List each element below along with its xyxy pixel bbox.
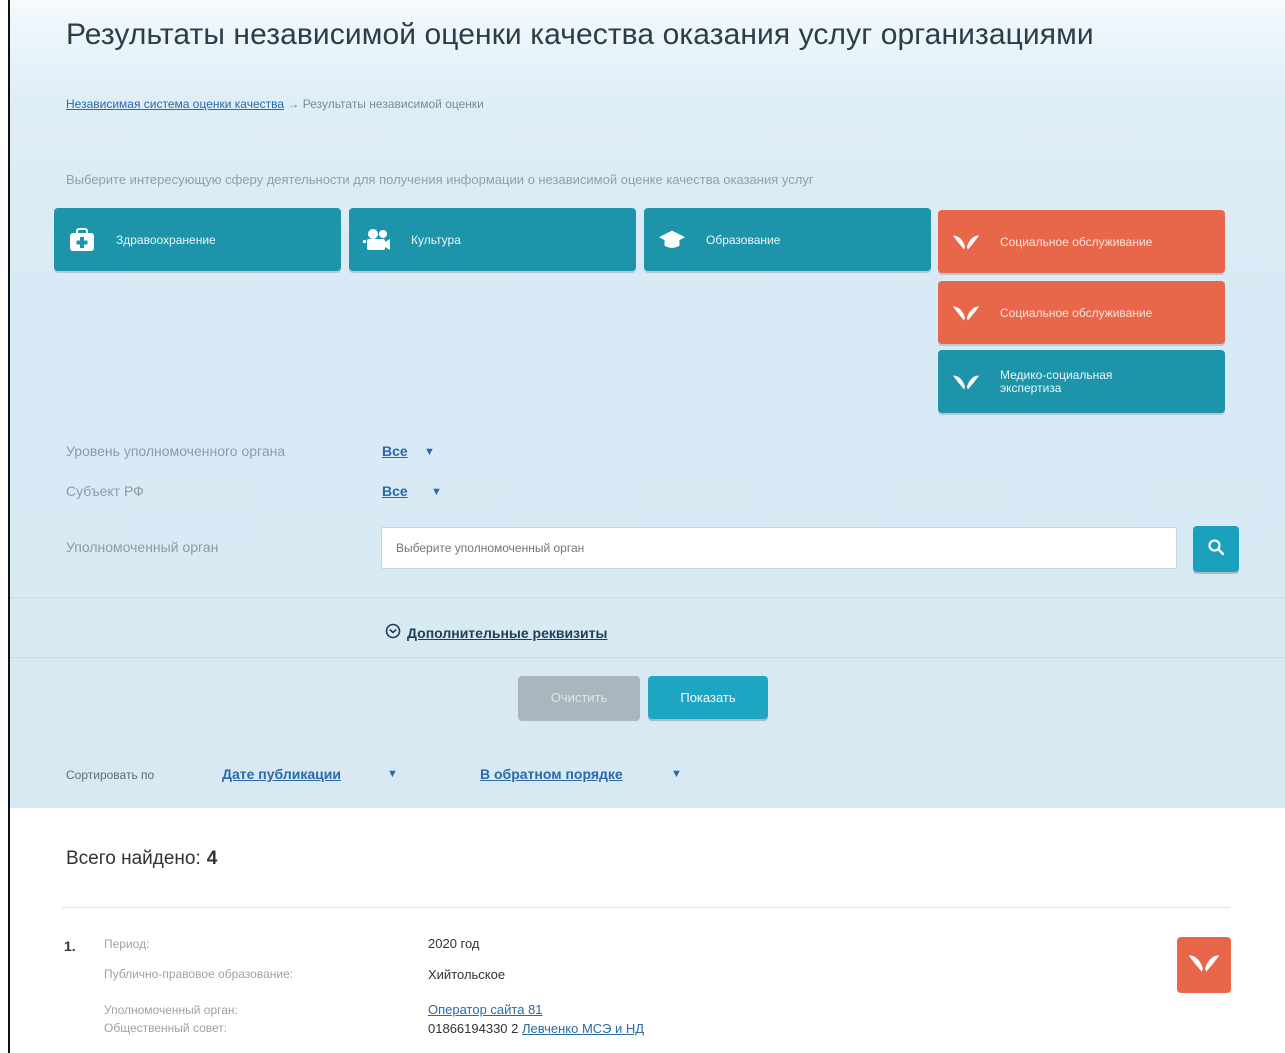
level-select[interactable]: Все xyxy=(382,443,408,459)
results-count-label: Всего найдено: xyxy=(66,848,201,869)
sort-label: Сортировать по xyxy=(66,768,155,782)
council-value: 01866194330 2 Левченко МСЭ и НД xyxy=(428,1021,644,1036)
extra-details-toggle[interactable]: Дополнительные реквизиты xyxy=(385,623,607,642)
category-social-service-2[interactable]: Социальное обслуживание xyxy=(938,281,1225,344)
clear-button[interactable]: Очистить xyxy=(518,676,640,719)
category-education[interactable]: Образование xyxy=(644,208,931,271)
council-label: Общественный совет: xyxy=(104,1021,228,1035)
search-button[interactable] xyxy=(1193,526,1239,572)
wings-icon xyxy=(952,368,980,396)
category-social-service-1[interactable]: Социальное обслуживание xyxy=(938,210,1225,273)
category-medical-expertise[interactable]: Медико-социальная экспертиза xyxy=(938,350,1225,413)
entity-label: Публично-правовое образование: xyxy=(104,967,294,981)
category-hint: Выберите интересующую сферу деятельности… xyxy=(66,172,814,187)
category-label: Образование xyxy=(706,232,781,247)
wings-icon xyxy=(1187,952,1221,979)
sort-field-select[interactable]: Дате публикации xyxy=(222,766,341,782)
breadcrumb: Независимая система оценки качества → Ре… xyxy=(66,97,484,111)
chevron-circle-icon xyxy=(385,623,401,642)
org-search-input[interactable] xyxy=(381,527,1177,569)
org-link[interactable]: Оператор сайта 81 xyxy=(428,1002,543,1017)
camera-icon xyxy=(363,226,391,254)
medkit-icon xyxy=(68,226,96,254)
category-label: Здравоохранение xyxy=(116,232,216,247)
divider xyxy=(62,907,1230,908)
entity-value: Хийтольское xyxy=(428,967,506,982)
region-select[interactable]: Все xyxy=(382,483,408,499)
chevron-down-icon[interactable]: ▼ xyxy=(424,446,435,458)
wings-icon xyxy=(952,299,980,327)
org-value: Оператор сайта 81 xyxy=(428,1002,543,1017)
category-healthcare[interactable]: Здравоохранение xyxy=(54,208,341,271)
search-icon xyxy=(1207,538,1225,561)
category-label: Культура xyxy=(411,232,461,247)
council-link[interactable]: Левченко МСЭ и НД xyxy=(522,1021,644,1036)
category-culture[interactable]: Культура xyxy=(349,208,636,271)
category-label: Медико-социальная экспертиза xyxy=(1000,367,1113,395)
divider xyxy=(10,657,1285,658)
org-label: Уполномоченный орган: xyxy=(104,1003,238,1017)
extra-details-label: Дополнительные реквизиты xyxy=(407,624,608,641)
breadcrumb-separator: → xyxy=(287,97,300,111)
result-category-badge[interactable] xyxy=(1177,937,1231,993)
page-title: Результаты независимой оценки качества о… xyxy=(66,18,1094,51)
council-code: 01866194330 2 xyxy=(428,1021,519,1036)
period-label: Период: xyxy=(104,937,150,951)
period-value: 2020 год xyxy=(428,936,480,951)
chevron-down-icon[interactable]: ▼ xyxy=(671,768,682,780)
chevron-down-icon[interactable]: ▼ xyxy=(387,768,398,780)
wings-icon xyxy=(952,228,980,256)
category-label: Социальное обслуживание xyxy=(1000,305,1153,320)
region-label: Субъект РФ xyxy=(66,483,144,499)
category-label: Социальное обслуживание xyxy=(1000,234,1153,249)
level-label: Уровень уполномоченного органа xyxy=(66,443,286,459)
graduation-cap-icon xyxy=(658,226,686,254)
sort-order-select[interactable]: В обратном порядке xyxy=(480,766,623,782)
result-number: 1. xyxy=(64,938,76,954)
breadcrumb-current: Результаты независимой оценки xyxy=(302,97,484,111)
show-button[interactable]: Показать xyxy=(648,676,768,719)
chevron-down-icon[interactable]: ▼ xyxy=(431,486,442,498)
results-count: Всего найдено: 4 xyxy=(66,848,217,870)
results-count-value: 4 xyxy=(206,848,218,869)
org-label: Уполномоченный орган xyxy=(66,539,219,555)
breadcrumb-link[interactable]: Независимая система оценки качества xyxy=(66,97,284,111)
divider xyxy=(10,597,1285,598)
